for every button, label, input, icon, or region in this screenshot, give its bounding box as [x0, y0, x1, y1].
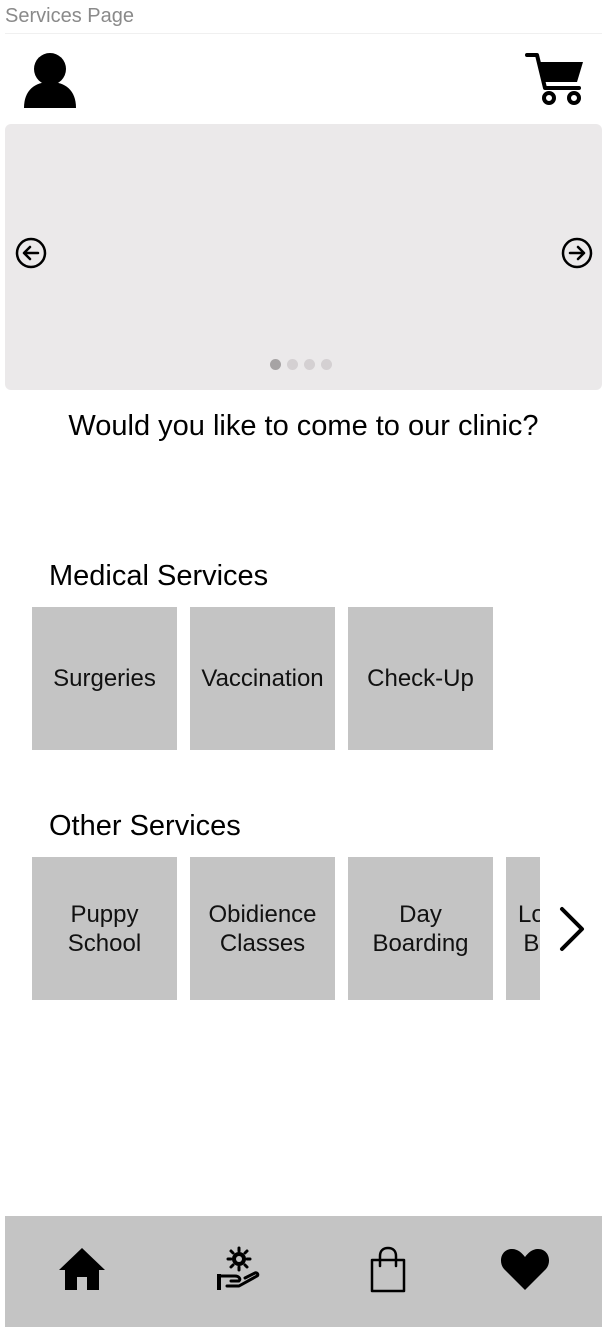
carousel-dot[interactable]	[304, 359, 315, 370]
shopping-bag-icon[interactable]	[368, 1246, 408, 1299]
cart-icon[interactable]	[525, 50, 585, 113]
pet-care-icon[interactable]	[217, 1246, 261, 1297]
arrow-left-circle-icon[interactable]	[15, 237, 47, 274]
medical-services-list: Surgeries Vaccination Check-Up	[32, 607, 493, 750]
arrow-right-circle-icon[interactable]	[561, 237, 593, 274]
service-tile[interactable]: Day Boarding	[348, 857, 493, 1000]
carousel-dot[interactable]	[287, 359, 298, 370]
home-icon[interactable]	[57, 1246, 107, 1297]
service-tile[interactable]: Vaccination	[190, 607, 335, 750]
user-icon[interactable]	[23, 52, 77, 113]
carousel-dot[interactable]	[270, 359, 281, 370]
service-tile[interactable]: Lo B	[506, 857, 540, 1000]
hero-carousel[interactable]	[5, 124, 602, 390]
service-tile[interactable]: Obidience Classes	[190, 857, 335, 1000]
services-page: Would you like to come to our clinic? Me…	[5, 33, 602, 1327]
chevron-right-icon[interactable]	[555, 904, 587, 959]
bottom-nav	[5, 1216, 602, 1327]
service-tile[interactable]: Check-Up	[348, 607, 493, 750]
service-tile[interactable]: Surgeries	[32, 607, 177, 750]
clinic-question: Would you like to come to our clinic?	[68, 410, 539, 442]
other-services-title: Other Services	[49, 810, 241, 842]
carousel-pagination	[270, 359, 332, 370]
carousel-dot[interactable]	[321, 359, 332, 370]
other-services-list: Puppy School Obidience Classes Day Boardin…	[32, 857, 540, 1000]
medical-services-title: Medical Services	[49, 560, 269, 592]
service-tile[interactable]: Puppy School	[32, 857, 177, 1000]
frame-label: Services Page	[5, 5, 134, 27]
heart-icon[interactable]	[499, 1246, 551, 1297]
